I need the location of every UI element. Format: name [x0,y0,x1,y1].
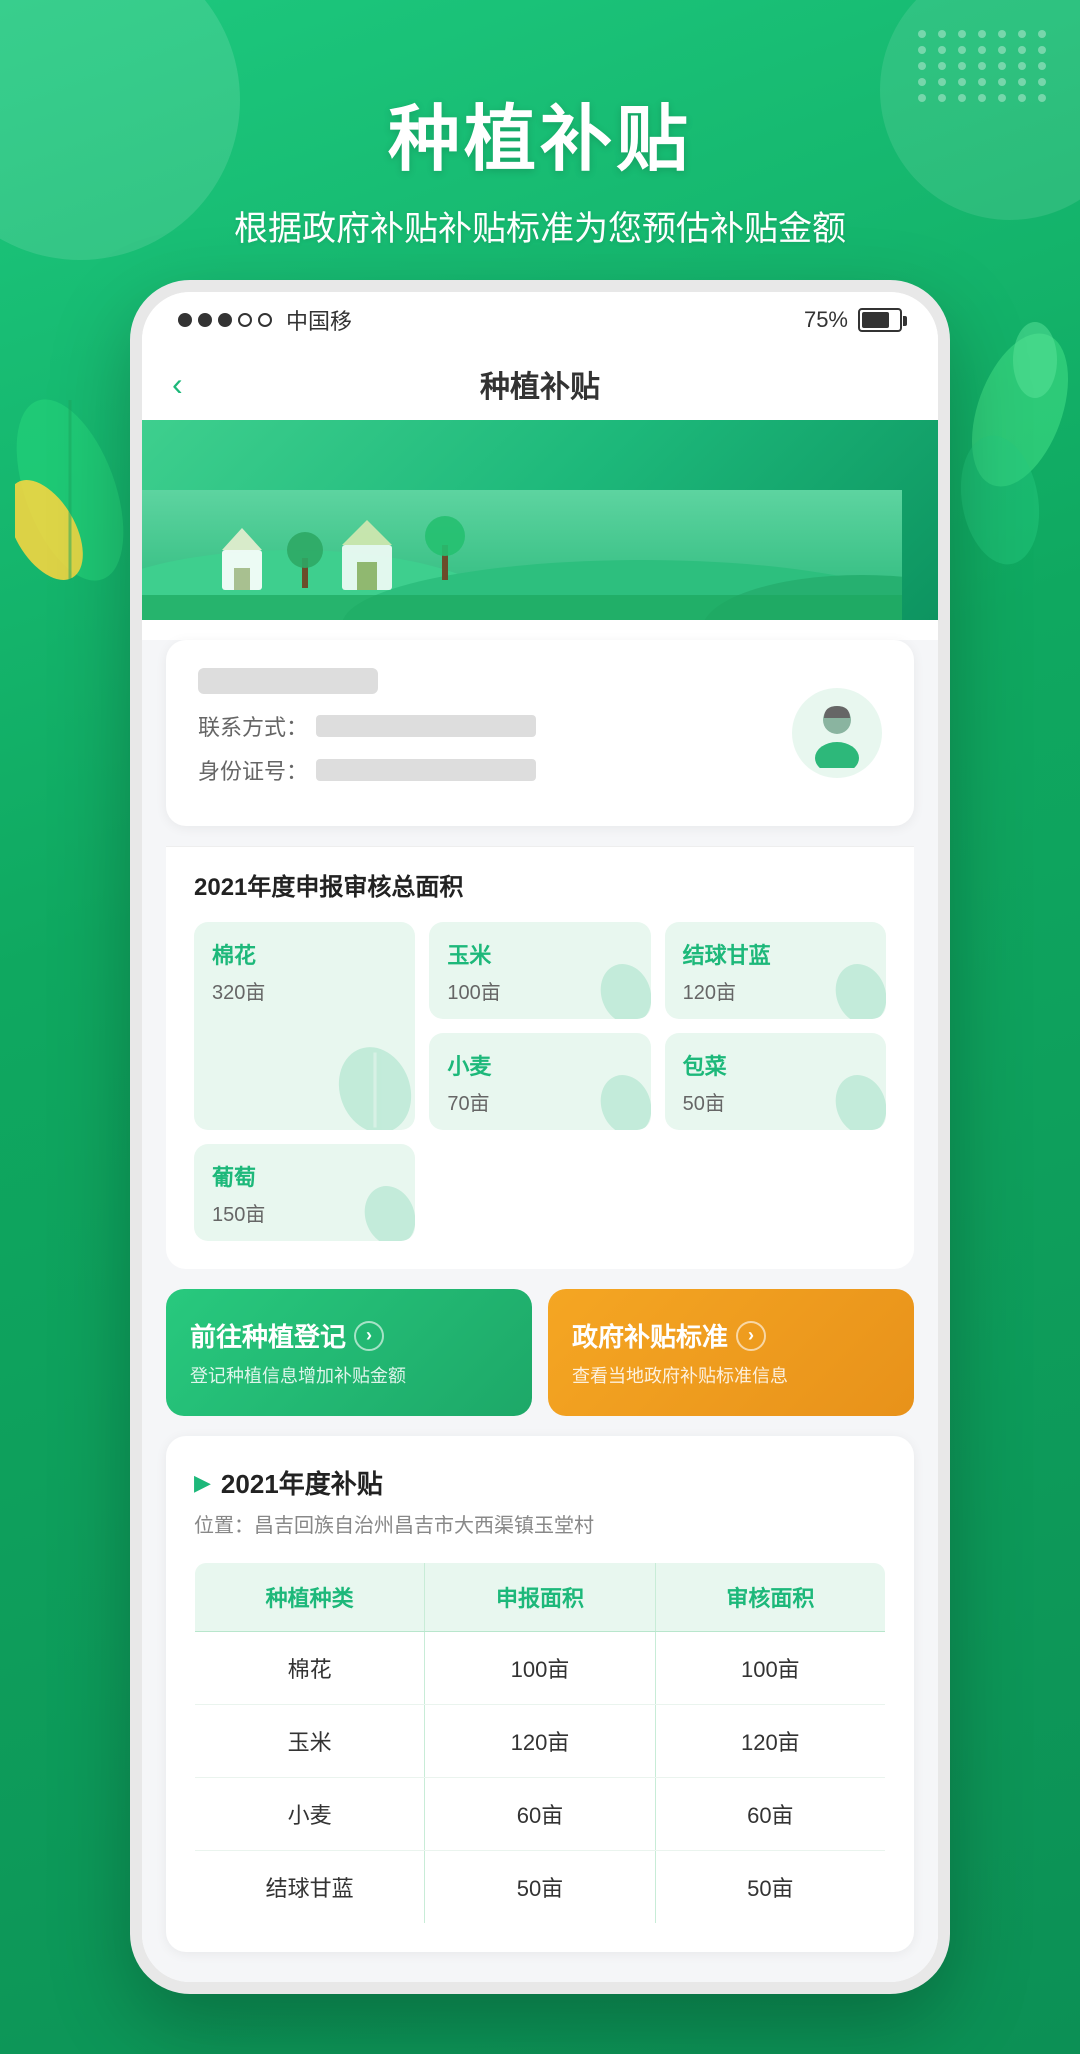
table-cell: 结球甘蓝 [195,1851,425,1924]
crop-leaf-icon [325,1040,415,1130]
col-header-verified: 审核面积 [655,1563,885,1632]
crop-card-cabbage: 结球甘蓝 120亩 [665,922,886,1019]
stats-title: 2021年度申报审核总面积 [194,867,886,902]
plant-register-sub: 登记种植信息增加补贴金额 [190,1362,508,1388]
signal-dot-5 [258,313,272,327]
crop-leaf-icon-wheat [591,1070,651,1130]
plant-register-button[interactable]: 前往种植登记 › 登记种植信息增加补贴金额 [166,1289,532,1416]
main-title: 种植补贴 [0,80,1080,185]
subsidy-section: ▶ 2021年度补贴 位置：昌吉回族自治州昌吉市大西渠镇玉堂村 种植种类 申报面… [166,1436,914,1952]
signal-dot-1 [178,313,192,327]
back-button[interactable]: ‹ [172,366,183,403]
col-header-crop: 种植种类 [195,1563,425,1632]
crop-card-corn: 玉米 100亩 [429,922,650,1019]
table-cell: 50亩 [655,1851,885,1924]
subsidy-location: 位置：昌吉回族自治州昌吉市大西渠镇玉堂村 [194,1509,886,1538]
contact-blurred [316,715,536,737]
plant-register-title: 前往种植登记 › [190,1317,508,1354]
app-content: 联系方式： 身份证号： [142,640,938,1982]
hero-banner [142,420,938,620]
table-cell: 120亩 [655,1705,885,1778]
crop-leaf-icon-corn [591,959,651,1019]
subsidy-section-title: 2021年度补贴 [221,1464,383,1501]
table-cell: 120亩 [425,1705,655,1778]
crop-leaf-icon-pakchoi [826,1070,886,1130]
table-cell: 小麦 [195,1778,425,1851]
crop-card-cotton: 棉花 320亩 [194,922,415,1130]
id-label: 身份证号： [198,754,308,786]
crop-card-grape: 葡萄 150亩 [194,1144,415,1241]
phone-wrapper: 中国移 75% ‹ 种植补贴 [0,280,1080,2054]
table-row: 小麦60亩60亩 [195,1778,886,1851]
table-cell: 玉米 [195,1705,425,1778]
app-navbar: ‹ 种植补贴 [142,348,938,420]
table-row: 玉米120亩120亩 [195,1705,886,1778]
signal-dot-4 [238,313,252,327]
table-cell: 100亩 [425,1632,655,1705]
user-name-blurred [198,668,378,694]
subsidy-standard-button[interactable]: 政府补贴标准 › 查看当地政府补贴标准信息 [548,1289,914,1416]
battery-area: 75% [804,307,902,333]
user-card: 联系方式： 身份证号： [166,640,914,826]
table-cell: 50亩 [425,1851,655,1924]
contact-label: 联系方式： [198,710,308,742]
arrow-circle-green: › [354,1321,384,1351]
arrow-circle-orange: › [736,1321,766,1351]
contact-row: 联系方式： [198,710,536,742]
nav-title: 种植补贴 [480,362,600,406]
header-section: 种植补贴 根据政府补贴补贴标准为您预估补贴金额 [0,0,1080,280]
crop-card-wheat: 小麦 70亩 [429,1033,650,1130]
battery-fill [862,312,889,328]
crop-grid: 棉花 320亩 玉米 100亩 [194,922,886,1241]
crop-leaf-icon-grape [355,1181,415,1241]
table-row: 结球甘蓝50亩50亩 [195,1851,886,1924]
id-blurred [316,759,536,781]
status-bar: 中国移 75% [142,292,938,348]
table-cell: 60亩 [655,1778,885,1851]
crop-name-cotton: 棉花 [212,938,397,970]
battery-percentage: 75% [804,307,848,333]
sub-title: 根据政府补贴补贴标准为您预估补贴金额 [0,201,1080,250]
table-cell: 棉花 [195,1632,425,1705]
stats-section: 2021年度申报审核总面积 棉花 320亩 玉米 [166,847,914,1269]
signal-dot-2 [198,313,212,327]
battery-icon [858,308,902,332]
signal-dot-3 [218,313,232,327]
table-header-row: 种植种类 申报面积 审核面积 [195,1563,886,1632]
avatar [792,688,882,778]
table-row: 棉花100亩100亩 [195,1632,886,1705]
subsidy-table: 种植种类 申报面积 审核面积 棉花100亩100亩玉米120亩120亩小麦60亩… [194,1562,886,1924]
subsidy-header: ▶ 2021年度补贴 [194,1464,886,1501]
subsidy-standard-sub: 查看当地政府补贴标准信息 [572,1362,890,1388]
triangle-icon: ▶ [194,1470,211,1496]
crop-card-pakchoi: 包菜 50亩 [665,1033,886,1130]
subsidy-standard-title: 政府补贴标准 › [572,1317,890,1354]
carrier-name: 中国移 [286,304,352,336]
id-row: 身份证号： [198,754,536,786]
farm-illustration [142,490,902,620]
col-header-declared: 申报面积 [425,1563,655,1632]
user-info: 联系方式： 身份证号： [198,668,536,798]
action-buttons: 前往种植登记 › 登记种植信息增加补贴金额 政府补贴标准 › 查看当地政府补贴标… [166,1289,914,1416]
crop-area-cotton: 320亩 [212,976,397,1005]
table-cell: 60亩 [425,1778,655,1851]
table-cell: 100亩 [655,1632,885,1705]
crop-leaf-icon-cabbage [826,959,886,1019]
phone-mockup: 中国移 75% ‹ 种植补贴 [130,280,950,1994]
signal-area: 中国移 [178,304,352,336]
